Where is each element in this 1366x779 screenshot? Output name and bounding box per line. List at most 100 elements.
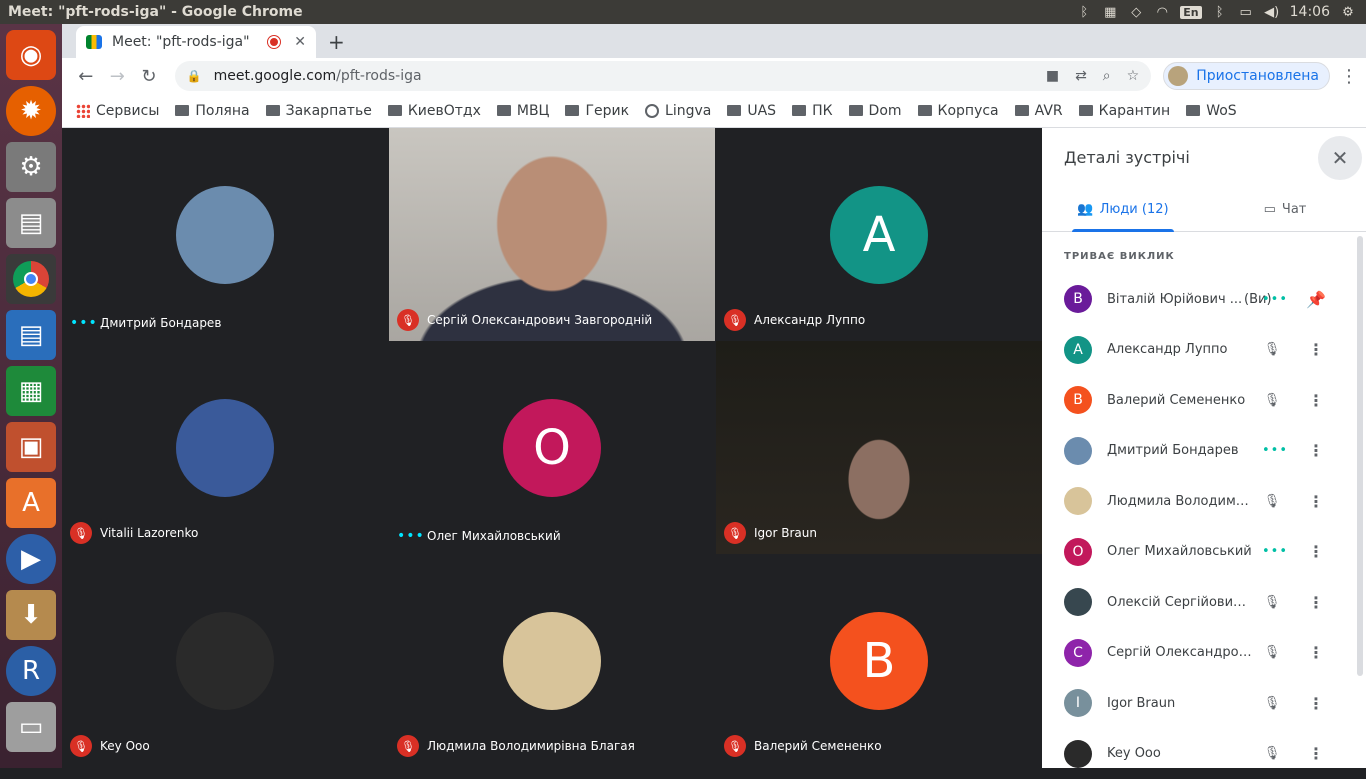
- avatar: A: [1064, 336, 1092, 364]
- profile-button[interactable]: Приостановлена: [1163, 62, 1330, 90]
- bookmark-star-icon[interactable]: ☆: [1127, 68, 1140, 84]
- bookmark-label: КиевОтдх: [408, 103, 481, 119]
- person-name: Людмила Володимирі...: [1107, 494, 1252, 509]
- bookmark-item[interactable]: UAS: [727, 103, 776, 119]
- bookmark-item[interactable]: Закарпатье: [266, 103, 372, 119]
- people-list: ВВіталій Юрійович ...(Ви)•••📌AАлександр …: [1042, 274, 1358, 779]
- participant-tile[interactable]: A🎙Александр Луппо: [716, 128, 1042, 341]
- bookmark-item[interactable]: КиевОтдх: [388, 103, 481, 119]
- software-center-icon[interactable]: A: [6, 478, 56, 528]
- workspaces-icon[interactable]: ▦: [1102, 5, 1118, 19]
- participant-tile[interactable]: •••Дмитрий Бондарев: [62, 128, 388, 341]
- back-button[interactable]: ←: [70, 66, 102, 87]
- participant-avatar: [176, 186, 274, 284]
- profile-label: Приостановлена: [1196, 68, 1319, 84]
- more-options-icon[interactable]: ⋮: [1306, 391, 1326, 410]
- calc-icon[interactable]: ▦: [6, 366, 56, 416]
- bookmark-item[interactable]: Lingva: [645, 103, 711, 119]
- person-name: Key Ooo: [1107, 746, 1252, 761]
- more-options-icon[interactable]: ⋮: [1306, 643, 1326, 662]
- mic-off-icon: 🎙: [1262, 595, 1282, 610]
- more-options-icon[interactable]: ⋮: [1306, 542, 1326, 561]
- firefox-icon[interactable]: ✹: [6, 86, 56, 136]
- people-list-item[interactable]: Олексій Сергійович П...🎙⋮: [1042, 577, 1358, 628]
- bluetooth-icon[interactable]: ᛒ: [1076, 5, 1092, 19]
- bookmark-item[interactable]: Карантин: [1079, 103, 1171, 119]
- r-language-icon[interactable]: R: [6, 646, 56, 696]
- people-list-item[interactable]: IIgor Braun🎙⋮: [1042, 678, 1358, 729]
- participant-tile[interactable]: O•••Олег Михайловський: [389, 341, 715, 554]
- close-panel-button[interactable]: ✕: [1318, 136, 1362, 180]
- people-list-item[interactable]: OОлег Михайловський•••⋮: [1042, 527, 1358, 578]
- people-list-item[interactable]: Key Ooo🎙⋮: [1042, 729, 1358, 779]
- bookmark-item[interactable]: МВЦ: [497, 103, 550, 119]
- people-list-item[interactable]: AАлександр Луппо🎙⋮: [1042, 325, 1358, 376]
- dropbox-icon[interactable]: ◇: [1128, 5, 1144, 19]
- archive-manager-icon[interactable]: ⬇: [6, 590, 56, 640]
- participant-tile[interactable]: 🎙Vitalii Lazorenko: [62, 341, 388, 554]
- participant-tile[interactable]: 🎙Людмила Володимирівна Благая: [389, 554, 715, 767]
- more-options-icon[interactable]: ⋮: [1306, 593, 1326, 612]
- bookmark-item[interactable]: ПК: [792, 103, 832, 119]
- participant-name: Дмитрий Бондарев: [100, 316, 221, 330]
- clock[interactable]: 14:06: [1290, 4, 1330, 20]
- bookmark-item[interactable]: Корпуса: [918, 103, 999, 119]
- participant-tile[interactable]: B🎙Валерий Семененко: [716, 554, 1042, 767]
- chrome-icon[interactable]: [6, 254, 56, 304]
- media-player-icon[interactable]: ▶: [6, 534, 56, 584]
- keyboard-layout-indicator[interactable]: En: [1180, 6, 1201, 19]
- battery-icon[interactable]: ▭: [1238, 5, 1254, 19]
- tab-people[interactable]: 👥 Люди (12): [1042, 188, 1204, 231]
- lock-icon[interactable]: 🔒: [187, 69, 202, 83]
- bookmark-item[interactable]: Поляна: [175, 103, 249, 119]
- bookmark-item[interactable]: Сервисы: [76, 103, 159, 119]
- more-options-icon[interactable]: ⋮: [1306, 744, 1326, 763]
- participant-tile[interactable]: 🎙Сергій Олександрович Завгородній: [389, 128, 715, 341]
- participant-tile[interactable]: 🎙Igor Braun: [716, 341, 1042, 554]
- volume-icon[interactable]: ◀): [1264, 5, 1280, 19]
- files-icon[interactable]: ▤: [6, 198, 56, 248]
- tab-meet[interactable]: Meet: "pft-rods-iga" ✕: [76, 26, 316, 58]
- translate-icon[interactable]: ⇄: [1075, 68, 1087, 84]
- bookmark-label: WoS: [1206, 103, 1236, 119]
- more-options-icon[interactable]: ⋮: [1306, 441, 1326, 460]
- ubuntu-dash-icon[interactable]: ◉: [6, 30, 56, 80]
- close-tab-icon[interactable]: ✕: [294, 34, 306, 50]
- more-options-icon[interactable]: ⋮: [1306, 694, 1326, 713]
- address-bar[interactable]: 🔒 meet.google.com/pft-rods-iga ■ ⇄ ⌕ ☆: [175, 61, 1152, 91]
- impress-icon[interactable]: ▣: [6, 422, 56, 472]
- participant-avatar: O: [503, 399, 601, 497]
- people-list-item[interactable]: Дмитрий Бондарев•••⋮: [1042, 426, 1358, 477]
- bookmarks-bar: Сервисы Поляна Закарпатье КиевОтдх МВЦ Герик L…: [62, 94, 1366, 128]
- pin-icon[interactable]: 📌: [1306, 290, 1326, 309]
- camera-in-use-icon[interactable]: ■: [1046, 68, 1059, 84]
- folder-icon: [497, 105, 511, 116]
- people-list-item[interactable]: ВВалерий Семененко🎙⋮: [1042, 375, 1358, 426]
- people-list-scrollbar[interactable]: [1357, 236, 1363, 676]
- bookmark-item[interactable]: Герик: [565, 103, 629, 119]
- participant-name: Vitalii Lazorenko: [100, 526, 198, 540]
- scanner-icon[interactable]: ▭: [6, 702, 56, 752]
- forward-button[interactable]: →: [102, 66, 134, 87]
- panel-tabs: 👥 Люди (12) ▭ Чат: [1042, 188, 1366, 232]
- mic-off-icon: 🎙: [724, 522, 746, 544]
- bookmark-item[interactable]: Dom: [849, 103, 902, 119]
- power-gear-icon[interactable]: ⚙: [1340, 5, 1356, 19]
- people-list-item[interactable]: ВВіталій Юрійович ...(Ви)•••📌: [1042, 274, 1358, 325]
- zoom-icon[interactable]: ⌕: [1103, 68, 1111, 84]
- new-tab-button[interactable]: +: [328, 30, 345, 54]
- people-list-item[interactable]: CСергій Олександрови...🎙⋮: [1042, 628, 1358, 679]
- bluetooth-status-icon[interactable]: ᛒ: [1212, 5, 1228, 19]
- wifi-icon[interactable]: ◠: [1154, 5, 1170, 19]
- system-settings-icon[interactable]: ⚙: [6, 142, 56, 192]
- participant-tile[interactable]: 🎙Key Ooo: [62, 554, 388, 767]
- more-options-icon[interactable]: ⋮: [1306, 492, 1326, 511]
- more-options-icon[interactable]: ⋮: [1306, 340, 1326, 359]
- writer-icon[interactable]: ▤: [6, 310, 56, 360]
- tab-chat[interactable]: ▭ Чат: [1204, 188, 1366, 231]
- bookmark-item[interactable]: WoS: [1186, 103, 1236, 119]
- reload-button[interactable]: ↻: [133, 66, 165, 87]
- people-list-item[interactable]: Людмила Володимирі...🎙⋮: [1042, 476, 1358, 527]
- bookmark-item[interactable]: AVR: [1015, 103, 1063, 119]
- browser-menu-icon[interactable]: ⋮: [1340, 66, 1358, 87]
